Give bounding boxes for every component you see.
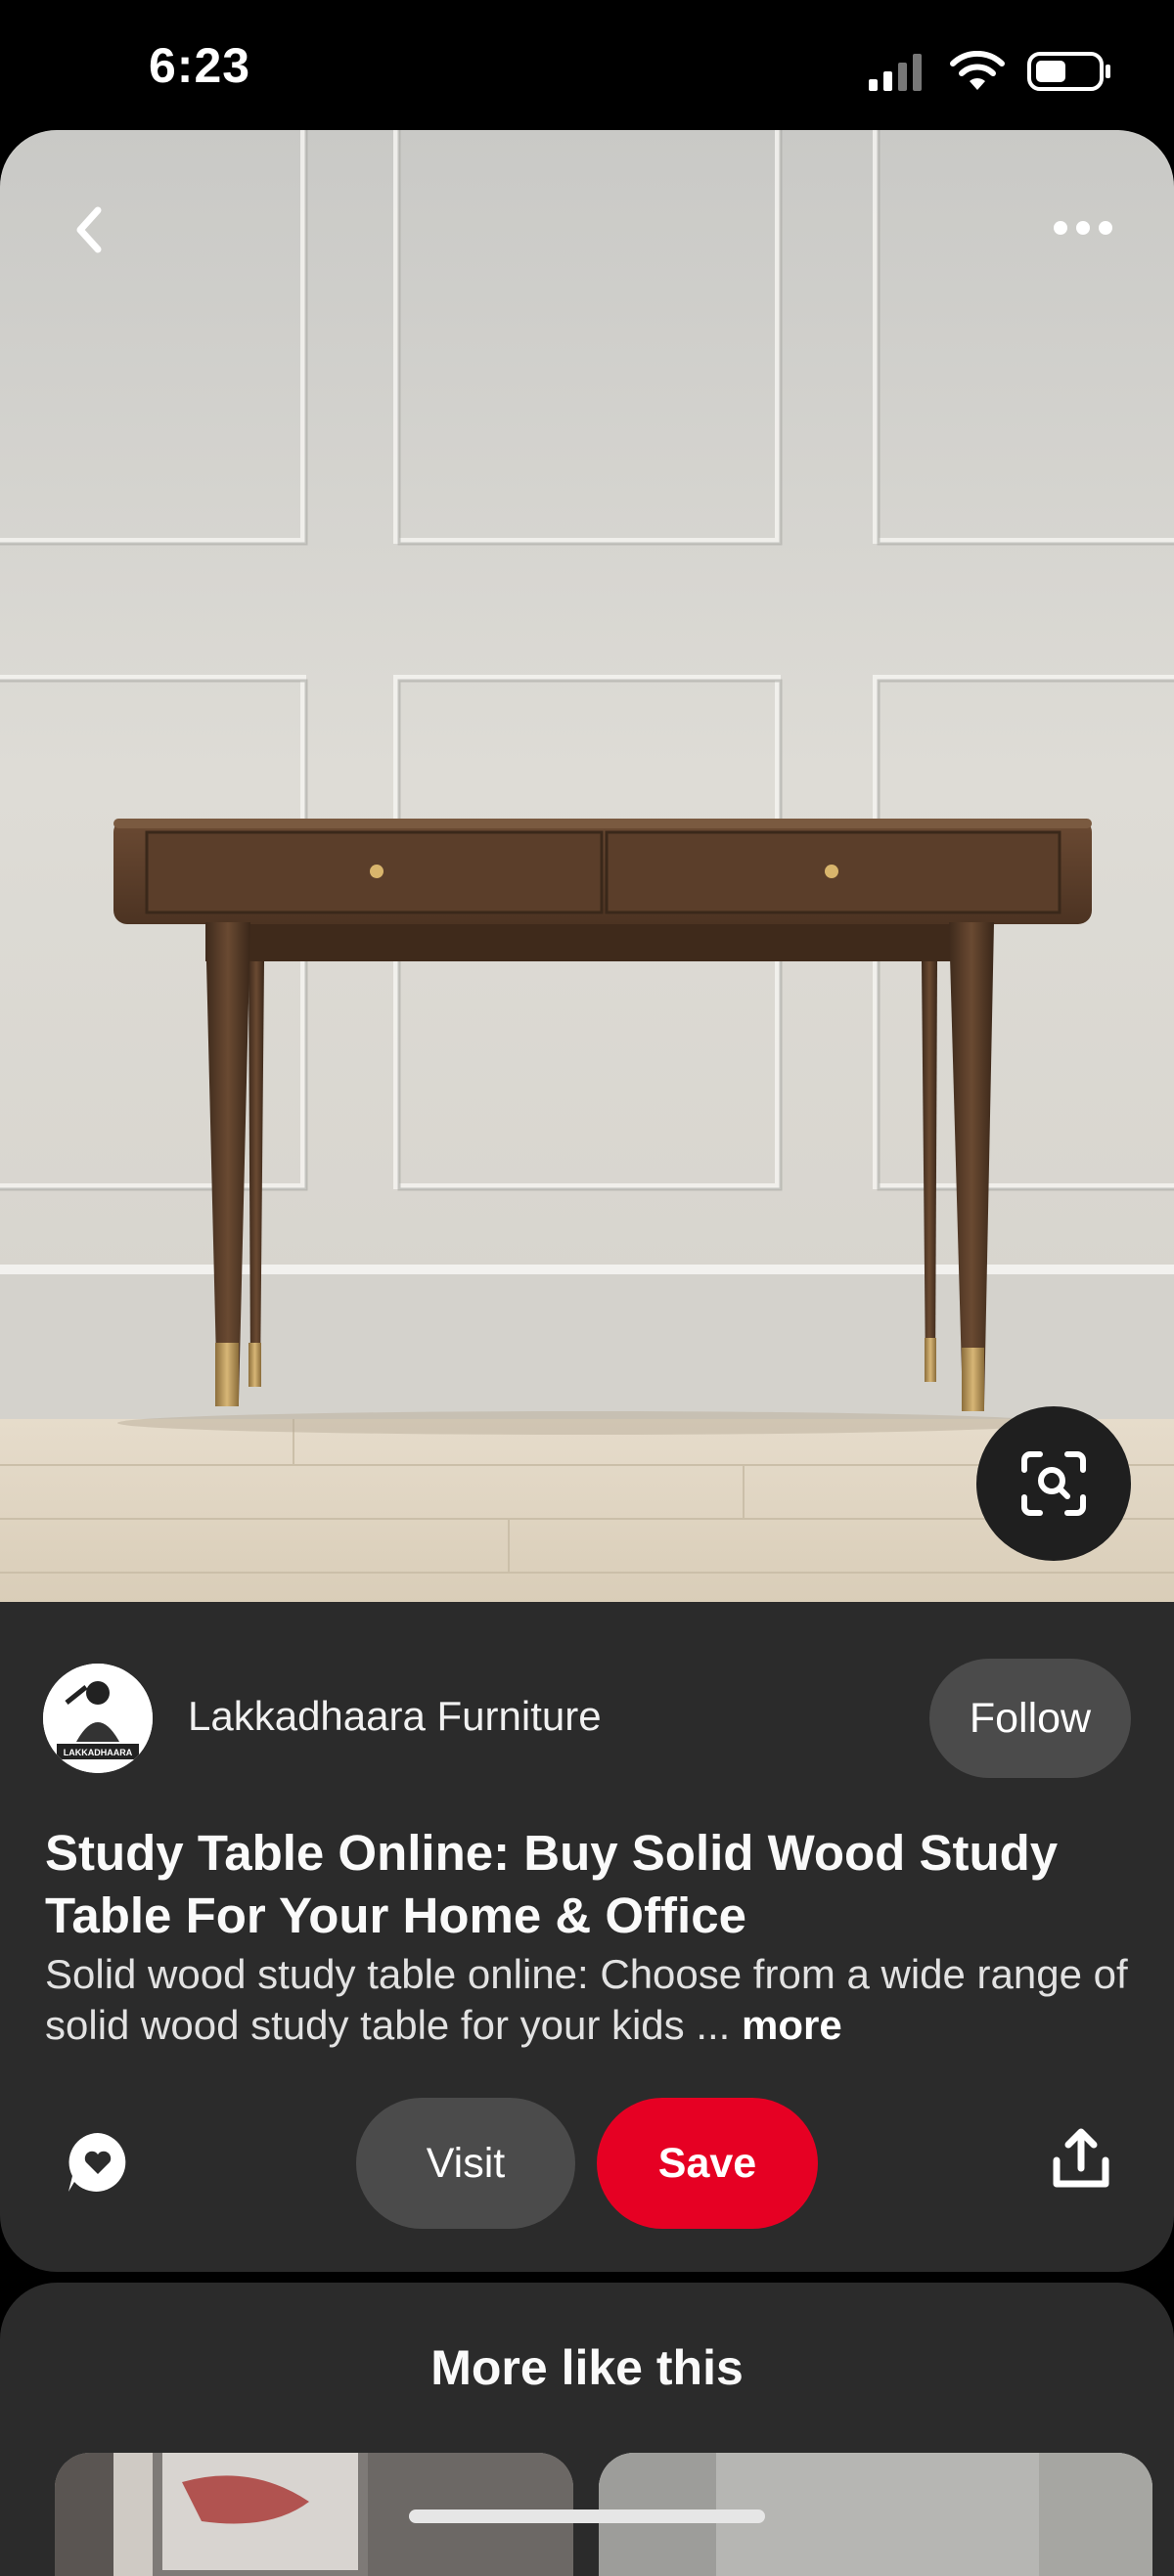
visual-search-icon (1021, 1451, 1086, 1516)
status-time: 6:23 (149, 38, 251, 93)
pin-card: LAKKADHAARA Lakkadhaara Furniture Follow… (0, 130, 1174, 2272)
visual-search-button[interactable] (976, 1406, 1131, 1561)
signal-icon (869, 54, 922, 91)
visit-button[interactable]: Visit (356, 2098, 575, 2229)
avatar[interactable]: LAKKADHAARA (43, 1664, 153, 1773)
wifi-icon (950, 51, 1005, 90)
creator-row: LAKKADHAARA Lakkadhaara Furniture Follow (43, 1659, 1131, 1781)
status-bar: 6:23 (0, 0, 1174, 132)
home-indicator (409, 2509, 765, 2523)
status-icons (867, 47, 1113, 96)
chevron-left-icon[interactable] (61, 200, 119, 259)
creator-name[interactable]: Lakkadhaara Furniture (188, 1693, 602, 1740)
svg-text:LAKKADHAARA: LAKKADHAARA (64, 1748, 133, 1757)
more-dots-icon[interactable] (1049, 208, 1117, 247)
save-button[interactable]: Save (597, 2098, 818, 2229)
study-table-photo (0, 130, 1174, 1602)
comment-icon[interactable] (63, 2127, 133, 2198)
more-like-this-title: More like this (430, 2340, 744, 2395)
more-like-this-section: More like this (0, 2283, 1174, 2576)
pin-description-text: Solid wood study table online: Choose fr… (45, 1951, 1128, 2048)
follow-button[interactable]: Follow (929, 1659, 1131, 1778)
creator-logo: LAKKADHAARA (43, 1664, 153, 1773)
pin-description: Solid wood study table online: Choose fr… (45, 1949, 1141, 2051)
more-link[interactable]: more (742, 2002, 842, 2048)
pin-title: Study Table Online: Buy Solid Wood Study… (45, 1825, 1059, 1943)
battery-icon (1027, 52, 1110, 91)
pin-image[interactable] (0, 130, 1174, 1602)
action-bar: Visit Save (0, 2098, 1174, 2235)
share-icon[interactable] (1049, 2127, 1113, 2192)
